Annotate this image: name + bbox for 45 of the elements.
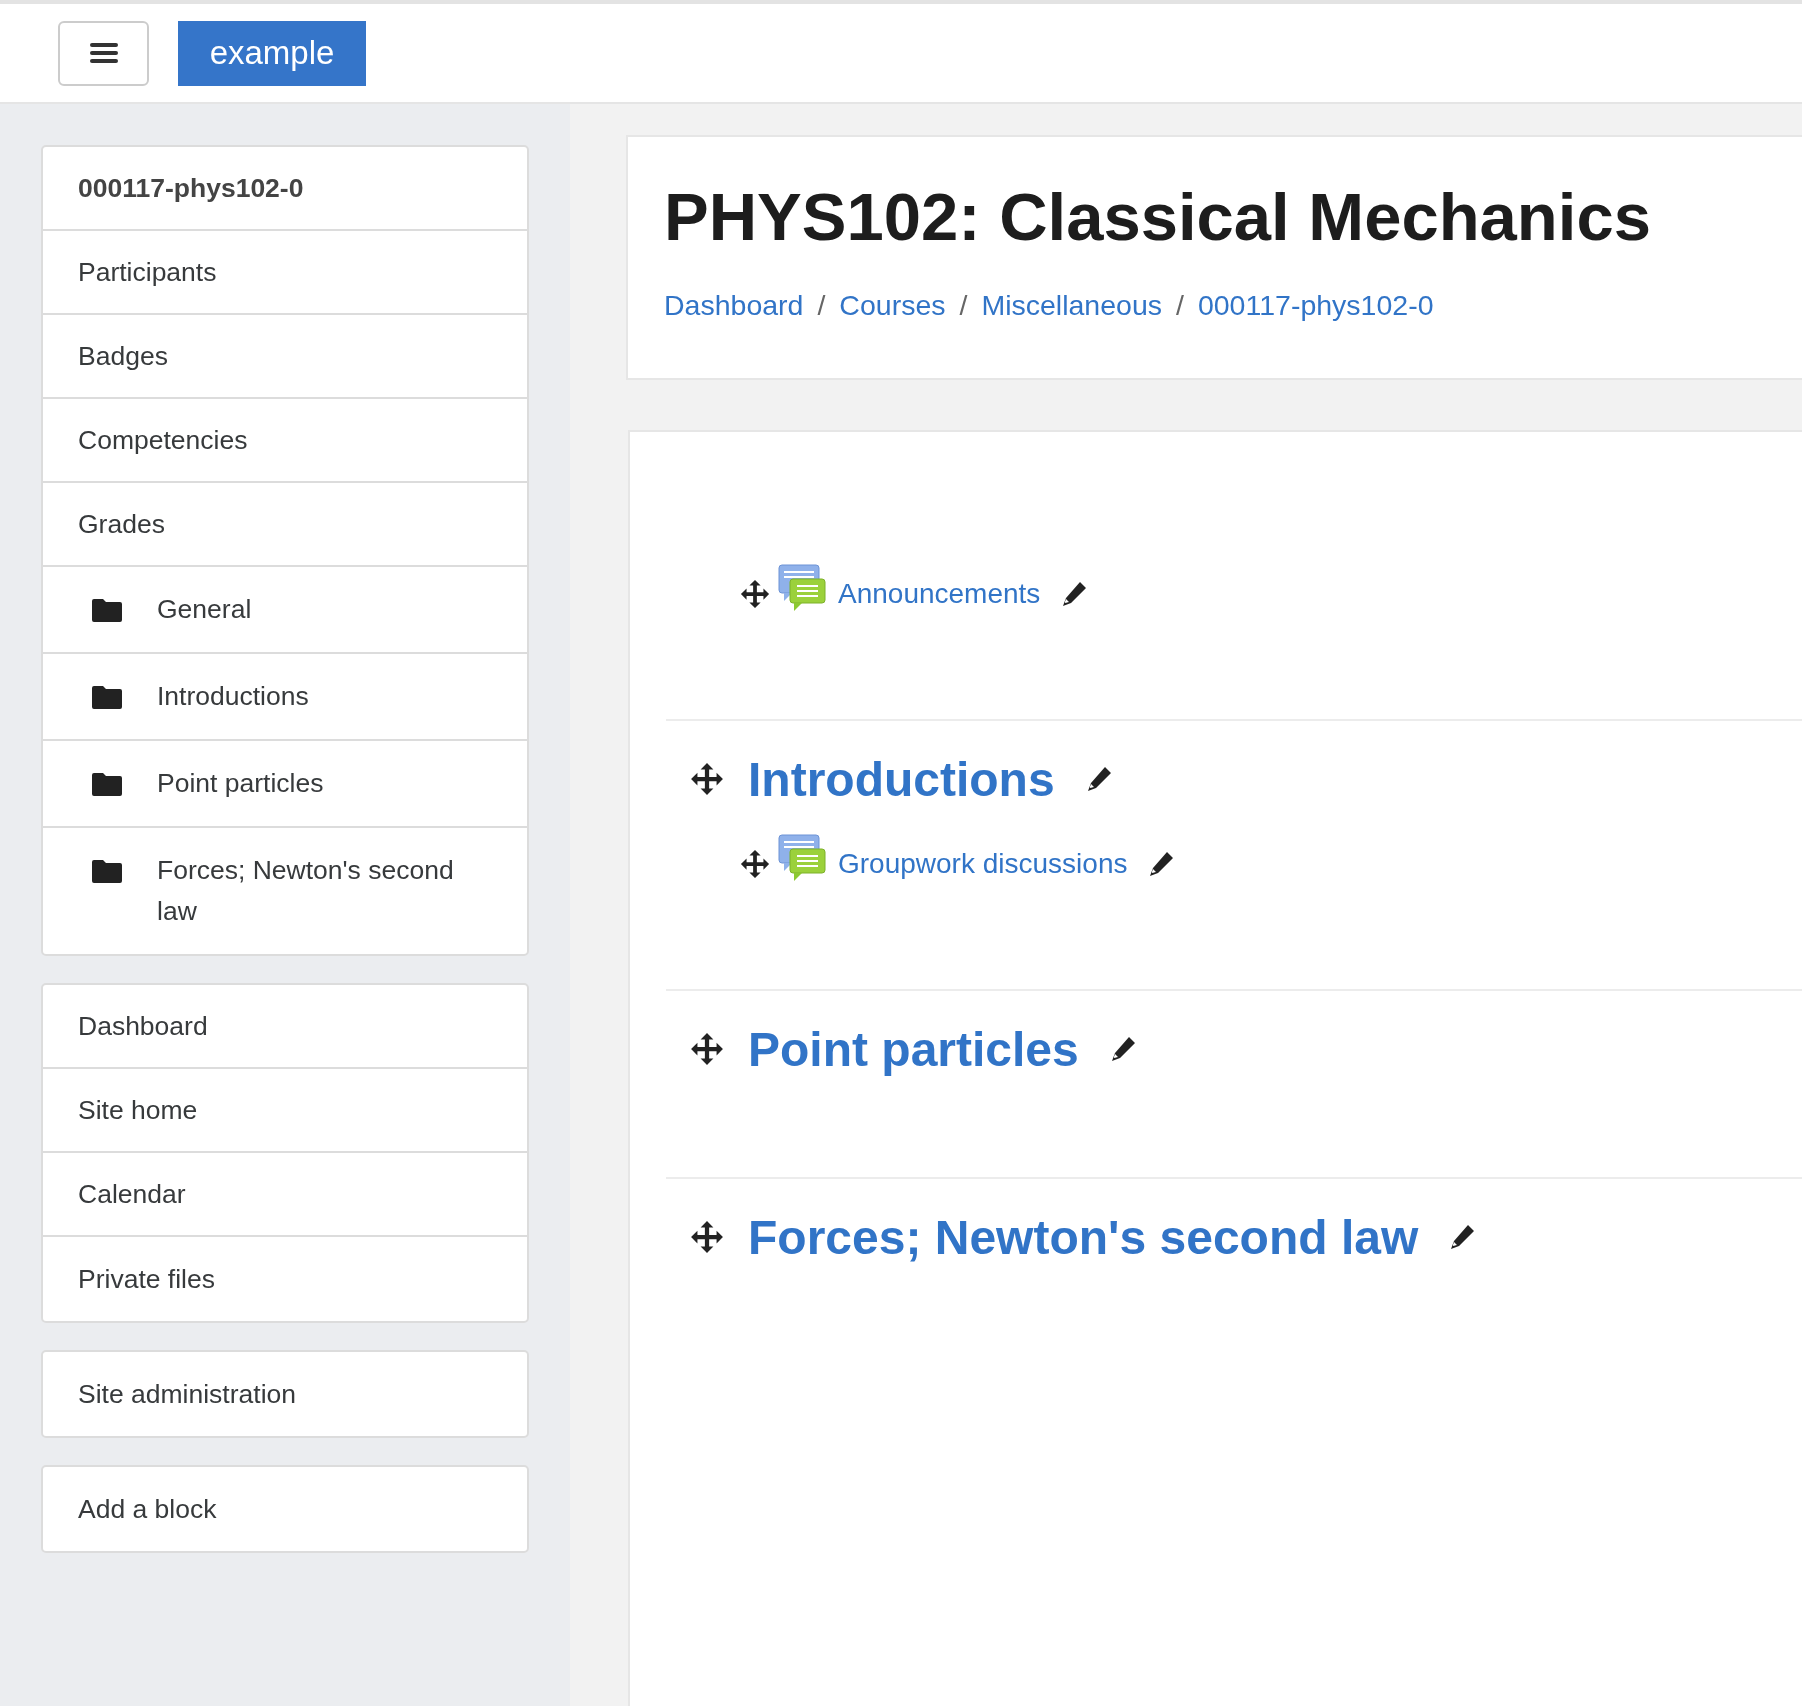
nav-item-label[interactable]: Introductions [157,676,309,717]
move-icon[interactable] [690,762,724,796]
course-title: PHYS102: Classical Mechanics [664,178,1652,256]
move-icon[interactable] [740,849,770,879]
section-title-link[interactable]: Introductions [748,751,1055,807]
forum-icon[interactable] [778,834,826,882]
breadcrumb-separator: / [959,289,968,322]
menu-icon [89,41,118,65]
breadcrumb-link[interactable]: Dashboard [664,289,804,322]
section-title-link[interactable]: Forces; Newton's second law [748,1209,1419,1265]
nav-item[interactable]: Site home [43,1069,527,1153]
activity-link[interactable]: Groupwork discussions [838,848,1128,880]
nav-item[interactable]: Participants [43,231,527,315]
folder-icon [92,597,122,623]
nav-item[interactable]: Add a block [43,1467,527,1551]
breadcrumb-link[interactable]: 000117-phys102-0 [1197,289,1434,322]
move-icon[interactable] [690,1032,724,1066]
site-brand-link[interactable]: example [178,20,366,86]
breadcrumb-link[interactable]: Miscellaneous [981,289,1162,322]
nav-item[interactable]: Calendar [43,1153,527,1237]
nav-item[interactable]: Private files [43,1237,527,1321]
nav-item-label[interactable]: General [157,589,252,630]
nav-item-label[interactable]: Point particles [157,763,324,804]
course-nav-title[interactable]: 000117-phys102-0 [43,147,527,231]
section-title-link[interactable]: Point particles [748,1021,1079,1077]
nav-item-label[interactable]: Forces; Newton's second law [157,850,482,932]
breadcrumb-separator: / [817,289,826,322]
pencil-icon[interactable] [1060,580,1089,608]
pencil-icon[interactable] [1448,1223,1477,1251]
pencil-icon[interactable] [1147,850,1176,878]
nav-item[interactable]: Site administration [43,1352,527,1436]
nav-item[interactable]: Badges [43,315,527,399]
activity-link[interactable]: Announcements [838,578,1041,610]
nav-item[interactable]: Grades [43,483,527,567]
breadcrumb-link[interactable]: Courses [839,289,946,322]
menu-button[interactable] [58,20,149,86]
folder-icon [92,771,122,797]
nav-item[interactable]: Dashboard [43,985,527,1069]
breadcrumb-separator: / [1176,289,1184,322]
move-icon[interactable] [740,579,770,609]
folder-icon [92,684,122,710]
nav-item[interactable]: Competencies [43,399,527,483]
folder-icon [92,858,122,884]
forum-icon[interactable] [778,564,826,612]
move-icon[interactable] [690,1220,724,1254]
